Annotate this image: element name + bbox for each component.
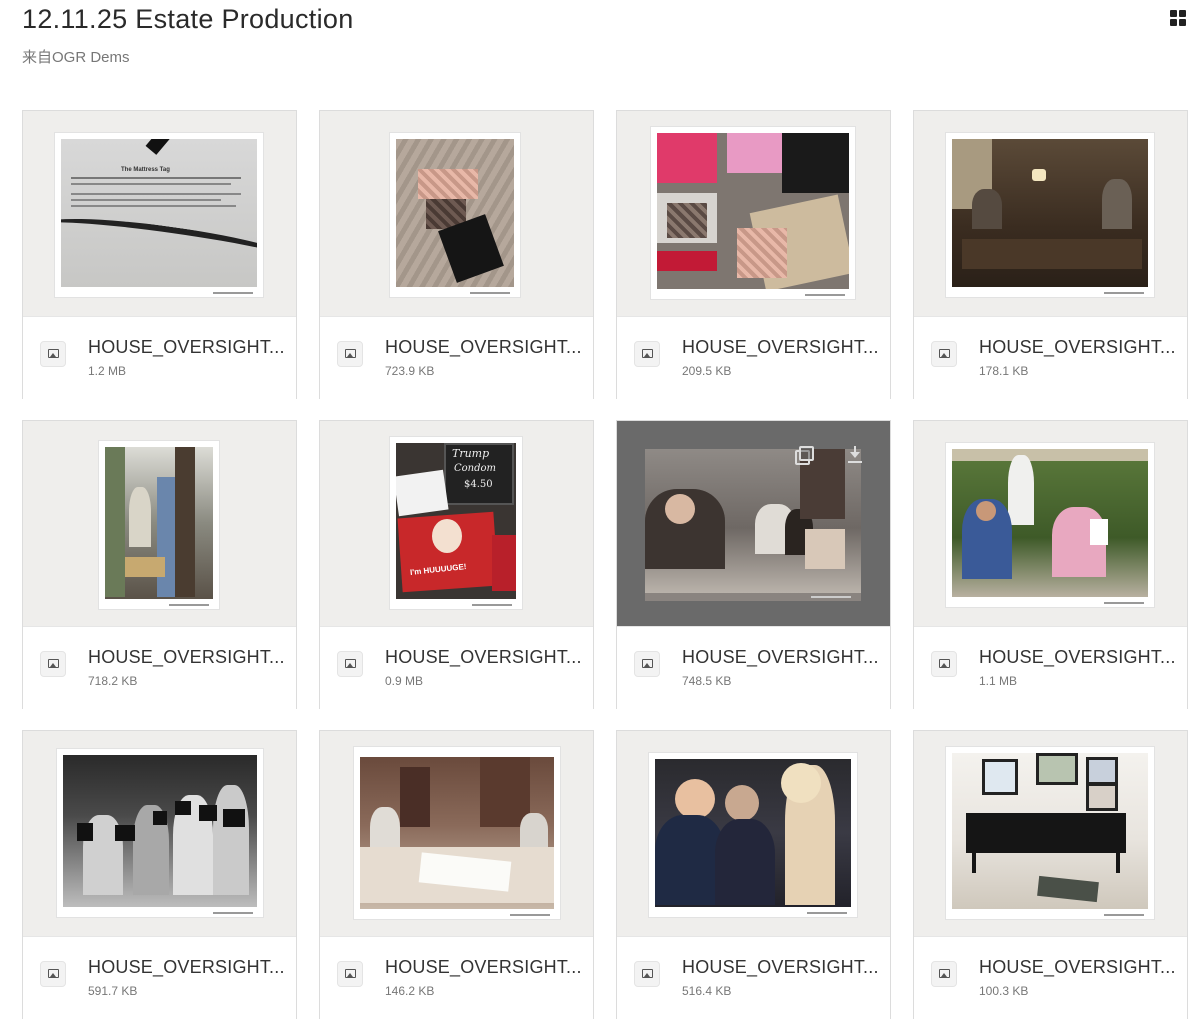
file-info: HOUSE_OVERSIGHT... 0.9 MB (320, 626, 593, 709)
file-name[interactable]: HOUSE_OVERSIGHT... (979, 957, 1176, 978)
file-size: 178.1 KB (979, 364, 1029, 378)
sign-line-2: Condom (454, 463, 497, 474)
page-title: 12.11.25 Estate Production (22, 4, 354, 34)
file-size: 723.9 KB (385, 364, 435, 378)
file-card[interactable]: HOUSE_OVERSIGHT... 591.7 KB (22, 730, 297, 1019)
thumbnail-image (99, 441, 219, 609)
image-preview[interactable]: Trump Condom $4.50 I'm HUUUUGE! (320, 421, 593, 626)
file-card[interactable]: HOUSE_OVERSIGHT... 100.3 KB (913, 730, 1188, 1019)
file-size: 0.9 MB (385, 674, 424, 688)
download-icon[interactable] (845, 445, 865, 465)
file-name[interactable]: HOUSE_OVERSIGHT... (385, 647, 582, 668)
file-card-hovered[interactable]: HOUSE_OVERSIGHT... 748.5 KB (616, 420, 891, 709)
image-preview[interactable] (320, 111, 593, 316)
file-size: 516.4 KB (682, 984, 732, 998)
image-preview[interactable]: The Mattress Tag (23, 111, 296, 316)
image-file-icon (634, 651, 660, 677)
file-size: 591.7 KB (88, 984, 138, 998)
thumbnail-image (651, 127, 855, 299)
image-file-icon (931, 341, 957, 367)
image-preview[interactable] (23, 421, 296, 626)
file-card[interactable]: HOUSE_OVERSIGHT... 178.1 KB (913, 110, 1188, 399)
file-size: 1.1 MB (979, 674, 1018, 688)
image-file-icon (931, 651, 957, 677)
file-info: HOUSE_OVERSIGHT... 723.9 KB (320, 316, 593, 399)
file-card[interactable]: HOUSE_OVERSIGHT... 718.2 KB (22, 420, 297, 709)
image-preview[interactable] (617, 731, 890, 936)
file-name[interactable]: HOUSE_OVERSIGHT... (979, 647, 1176, 668)
file-name[interactable]: HOUSE_OVERSIGHT... (385, 337, 582, 358)
file-info: HOUSE_OVERSIGHT... 178.1 KB (914, 316, 1187, 399)
thumbnail-image: Trump Condom $4.50 I'm HUUUUGE! (390, 437, 522, 609)
image-file-icon (40, 341, 66, 367)
file-size: 146.2 KB (385, 984, 435, 998)
image-file-icon (337, 961, 363, 987)
image-file-icon (40, 961, 66, 987)
image-preview[interactable] (914, 731, 1187, 936)
file-card[interactable]: HOUSE_OVERSIGHT... 516.4 KB (616, 730, 891, 1019)
image-preview[interactable] (23, 731, 296, 936)
file-size: 100.3 KB (979, 984, 1029, 998)
file-card[interactable]: HOUSE_OVERSIGHT... 146.2 KB (319, 730, 594, 1019)
image-preview[interactable] (617, 111, 890, 316)
file-info: HOUSE_OVERSIGHT... 718.2 KB (23, 626, 296, 709)
thumbnail-image (645, 449, 861, 601)
file-info: HOUSE_OVERSIGHT... 1.1 MB (914, 626, 1187, 709)
file-size: 718.2 KB (88, 674, 138, 688)
sign-line-3: $4.50 (464, 479, 493, 490)
file-size: 1.2 MB (88, 364, 127, 378)
file-info: HOUSE_OVERSIGHT... 516.4 KB (617, 936, 890, 1019)
thumbnail-image (390, 133, 520, 297)
page-header: 12.11.25 Estate Production 来自OGR Dems (22, 0, 1200, 80)
image-file-icon (931, 961, 957, 987)
file-name[interactable]: HOUSE_OVERSIGHT... (88, 337, 285, 358)
doc-heading: The Mattress Tag (121, 167, 170, 173)
file-card[interactable]: HOUSE_OVERSIGHT... 723.9 KB (319, 110, 594, 399)
image-file-icon (634, 961, 660, 987)
file-info: HOUSE_OVERSIGHT... 748.5 KB (617, 626, 890, 709)
file-size: 748.5 KB (682, 674, 732, 688)
file-name[interactable]: HOUSE_OVERSIGHT... (682, 957, 879, 978)
thumbnail-image: The Mattress Tag (55, 133, 263, 297)
image-preview[interactable] (914, 111, 1187, 316)
file-name[interactable]: HOUSE_OVERSIGHT... (979, 337, 1176, 358)
file-name[interactable]: HOUSE_OVERSIGHT... (88, 647, 285, 668)
image-file-icon (337, 341, 363, 367)
file-grid: The Mattress Tag HOUSE_OVERSIGHT... 1.2 … (22, 110, 1188, 1019)
page-subtitle: 来自OGR Dems (22, 49, 130, 66)
file-info: HOUSE_OVERSIGHT... 100.3 KB (914, 936, 1187, 1019)
file-card[interactable]: The Mattress Tag HOUSE_OVERSIGHT... 1.2 … (22, 110, 297, 399)
file-card[interactable]: Trump Condom $4.50 I'm HUUUUGE! HOUSE_OV… (319, 420, 594, 709)
image-preview[interactable] (320, 731, 593, 936)
file-info: HOUSE_OVERSIGHT... 209.5 KB (617, 316, 890, 399)
sign-line-1: Trump (452, 447, 490, 460)
image-file-icon (337, 651, 363, 677)
thumbnail-image (354, 747, 560, 919)
file-info: HOUSE_OVERSIGHT... 146.2 KB (320, 936, 593, 1019)
file-name[interactable]: HOUSE_OVERSIGHT... (682, 647, 879, 668)
thumbnail-image (946, 443, 1154, 607)
image-preview[interactable] (914, 421, 1187, 626)
image-preview[interactable] (617, 421, 890, 626)
file-card[interactable]: HOUSE_OVERSIGHT... 1.1 MB (913, 420, 1188, 709)
copy-icon[interactable] (793, 445, 814, 465)
file-card[interactable]: HOUSE_OVERSIGHT... 209.5 KB (616, 110, 891, 399)
file-name[interactable]: HOUSE_OVERSIGHT... (88, 957, 285, 978)
file-info: HOUSE_OVERSIGHT... 1.2 MB (23, 316, 296, 399)
thumbnail-image (57, 749, 263, 917)
file-info: HOUSE_OVERSIGHT... 591.7 KB (23, 936, 296, 1019)
thumbnail-image (946, 133, 1154, 297)
thumbnail-image (946, 747, 1154, 919)
image-file-icon (634, 341, 660, 367)
file-name[interactable]: HOUSE_OVERSIGHT... (682, 337, 879, 358)
image-file-icon (40, 651, 66, 677)
grid-view-icon[interactable] (1170, 10, 1186, 26)
thumbnail-image (649, 753, 857, 917)
file-name[interactable]: HOUSE_OVERSIGHT... (385, 957, 582, 978)
file-size: 209.5 KB (682, 364, 732, 378)
